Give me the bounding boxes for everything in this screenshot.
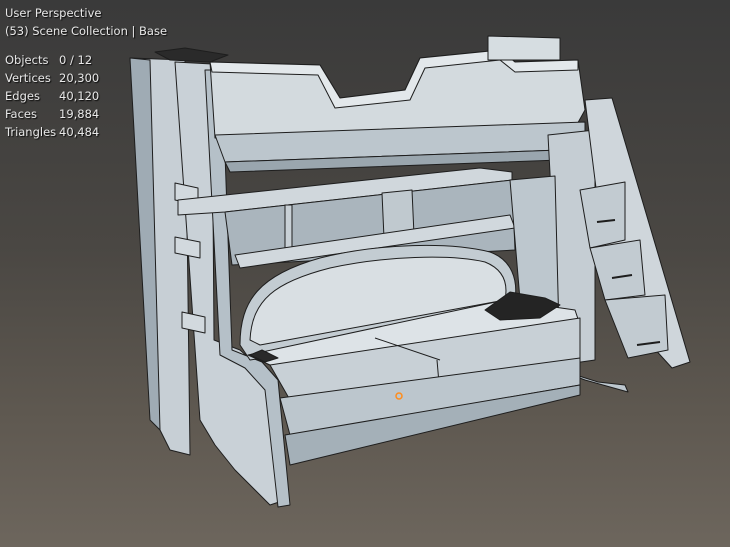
collection-info: (53) Scene Collection | Base bbox=[5, 24, 168, 38]
stat-value: 40,484 bbox=[59, 125, 100, 139]
stair-step-3 bbox=[604, 294, 669, 359]
stat-label: Objects bbox=[5, 53, 49, 67]
view-name: User Perspective bbox=[5, 6, 102, 20]
bunk-bed-model[interactable] bbox=[0, 0, 730, 547]
stat-label: Vertices bbox=[5, 71, 51, 85]
stat-value: 19,884 bbox=[59, 107, 100, 121]
stat-value: 0 / 12 bbox=[59, 53, 93, 67]
stat-label: Triangles bbox=[5, 125, 57, 139]
stat-value: 40,120 bbox=[59, 89, 100, 103]
stair-step-2 bbox=[589, 239, 646, 301]
stat-value: 20,300 bbox=[59, 71, 100, 85]
shelf-divider-1 bbox=[284, 204, 293, 253]
stat-label: Edges bbox=[5, 89, 40, 103]
stat-label: Faces bbox=[5, 107, 37, 121]
3d-viewport[interactable]: User Perspective (53) Scene Collection |… bbox=[0, 0, 730, 547]
upper-headboard bbox=[487, 35, 561, 61]
